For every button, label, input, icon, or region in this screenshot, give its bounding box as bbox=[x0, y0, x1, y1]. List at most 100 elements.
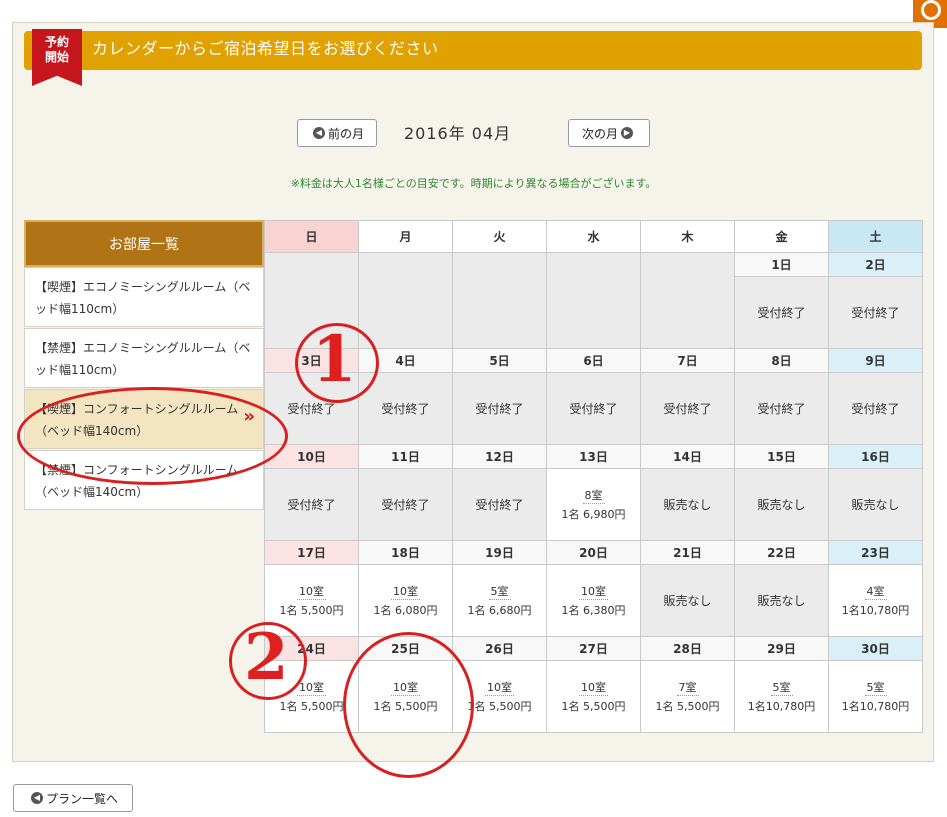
day-status: 受付終了 bbox=[358, 372, 453, 445]
day-number: 20日 bbox=[546, 540, 641, 565]
price: 1名 6,980円 bbox=[561, 508, 626, 521]
empty-day-cell bbox=[358, 252, 453, 349]
price: 1名 5,500円 bbox=[279, 700, 344, 713]
day-availability[interactable]: 10室 1名 5,500円 bbox=[452, 660, 547, 733]
rooms-left: 10室 bbox=[297, 585, 326, 600]
day-availability[interactable]: 7室 1名 5,500円 bbox=[640, 660, 735, 733]
rooms-left: 8室 bbox=[582, 489, 605, 504]
day-availability[interactable]: 10室 1名 5,500円 bbox=[264, 660, 359, 733]
empty-day-cell bbox=[452, 252, 547, 349]
rooms-left: 10室 bbox=[579, 585, 608, 600]
weekday-header: 月 bbox=[358, 220, 453, 253]
day-number: 5日 bbox=[452, 348, 547, 373]
day-number: 24日 bbox=[264, 636, 359, 661]
prev-month-button[interactable]: ◀ 前の月 bbox=[297, 119, 377, 147]
empty-day-cell bbox=[640, 252, 735, 349]
day-number: 28日 bbox=[640, 636, 735, 661]
day-status: 受付終了 bbox=[452, 468, 547, 541]
day-status: 受付終了 bbox=[452, 372, 547, 445]
day-number: 25日 bbox=[358, 636, 453, 661]
day-number: 18日 bbox=[358, 540, 453, 565]
rooms-left: 10室 bbox=[579, 681, 608, 696]
day-status: 販売なし bbox=[640, 468, 735, 541]
day-status: 受付終了 bbox=[828, 276, 923, 349]
day-availability[interactable]: 8室 1名 6,980円 bbox=[546, 468, 641, 541]
day-number: 17日 bbox=[264, 540, 359, 565]
price-note: ※料金は大人1名様ごとの目安です。時期により異なる場合がございます。 bbox=[290, 177, 657, 190]
chevron-left-icon: ◀ bbox=[30, 792, 43, 804]
plan-list-button[interactable]: ◀ プラン一覧へ bbox=[13, 784, 133, 812]
price: 1名 6,680円 bbox=[467, 604, 532, 617]
price: 1名10,780円 bbox=[841, 700, 910, 713]
day-number: 19日 bbox=[452, 540, 547, 565]
rooms-left: 5室 bbox=[770, 681, 793, 696]
next-month-button[interactable]: 次の月 ▶ bbox=[568, 119, 650, 147]
room-item[interactable]: 【喫煙】コンフォートシングルルーム（ベッド幅140cm）» bbox=[24, 389, 264, 449]
day-number: 27日 bbox=[546, 636, 641, 661]
day-status: 受付終了 bbox=[264, 372, 359, 445]
price: 1名 6,380円 bbox=[561, 604, 626, 617]
empty-day-cell bbox=[546, 252, 641, 349]
rooms-left: 10室 bbox=[485, 681, 514, 696]
day-availability[interactable]: 5室 1名10,780円 bbox=[828, 660, 923, 733]
day-availability[interactable]: 10室 1名 5,500円 bbox=[546, 660, 641, 733]
rooms-left: 10室 bbox=[391, 585, 420, 600]
day-number: 26日 bbox=[452, 636, 547, 661]
weekday-header: 水 bbox=[546, 220, 641, 253]
search-icon bbox=[921, 0, 941, 20]
price: 1名 5,500円 bbox=[373, 700, 438, 713]
day-availability[interactable]: 10室 1名 6,380円 bbox=[546, 564, 641, 637]
day-number: 23日 bbox=[828, 540, 923, 565]
day-number: 3日 bbox=[264, 348, 359, 373]
room-item[interactable]: 【禁煙】エコノミーシングルルーム（ベッド幅110cm） bbox=[24, 328, 264, 388]
next-month-label: 次の月 bbox=[581, 126, 618, 141]
day-availability[interactable]: 5室 1名10,780円 bbox=[734, 660, 829, 733]
room-item[interactable]: 【禁煙】コンフォートシングルルーム（ベッド幅140cm） bbox=[24, 450, 264, 510]
day-availability[interactable]: 5室 1名 6,680円 bbox=[452, 564, 547, 637]
weekday-header: 火 bbox=[452, 220, 547, 253]
room-item[interactable]: 【喫煙】エコノミーシングルルーム（ベッド幅110cm） bbox=[24, 267, 264, 327]
day-availability[interactable]: 4室 1名10,780円 bbox=[828, 564, 923, 637]
price: 1名 6,080円 bbox=[373, 604, 438, 617]
day-status: 受付終了 bbox=[358, 468, 453, 541]
day-status: 受付終了 bbox=[546, 372, 641, 445]
day-number: 4日 bbox=[358, 348, 453, 373]
day-number: 9日 bbox=[828, 348, 923, 373]
day-number: 21日 bbox=[640, 540, 735, 565]
day-number: 6日 bbox=[546, 348, 641, 373]
day-number: 12日 bbox=[452, 444, 547, 469]
day-status: 販売なし bbox=[828, 468, 923, 541]
day-number: 13日 bbox=[546, 444, 641, 469]
rooms-left: 7室 bbox=[676, 681, 699, 696]
current-month: 2016年 04月 bbox=[404, 124, 512, 143]
room-item-label: 【禁煙】コンフォートシングルルーム（ベッド幅140cm） bbox=[35, 463, 239, 499]
empty-day-cell bbox=[264, 252, 359, 349]
room-item-label: 【喫煙】エコノミーシングルルーム（ベッド幅110cm） bbox=[35, 280, 251, 316]
weekday-header: 金 bbox=[734, 220, 829, 253]
day-availability[interactable]: 10室 1名 6,080円 bbox=[358, 564, 453, 637]
day-status: 受付終了 bbox=[734, 276, 829, 349]
plan-list-label: プラン一覧へ bbox=[45, 791, 118, 806]
day-availability[interactable]: 10室 1名 5,500円 bbox=[264, 564, 359, 637]
price: 1名 5,500円 bbox=[655, 700, 720, 713]
weekday-header: 土 bbox=[828, 220, 923, 253]
price: 1名10,780円 bbox=[747, 700, 816, 713]
price: 1名10,780円 bbox=[841, 604, 910, 617]
day-number: 30日 bbox=[828, 636, 923, 661]
day-number: 10日 bbox=[264, 444, 359, 469]
day-status: 販売なし bbox=[640, 564, 735, 637]
day-status: 受付終了 bbox=[828, 372, 923, 445]
rooms-left: 5室 bbox=[488, 585, 511, 600]
rooms-left: 4室 bbox=[864, 585, 887, 600]
calendar-grid: 日月火水木金土 1日 2日 受付終了 受付終了 3日 4日 5日 6日 7日 8日 9日 受付終了 受付終… bbox=[264, 220, 923, 733]
room-item-label: 【禁煙】エコノミーシングルルーム（ベッド幅110cm） bbox=[35, 341, 251, 377]
day-availability[interactable]: 10室 1名 5,500円 bbox=[358, 660, 453, 733]
day-number: 15日 bbox=[734, 444, 829, 469]
price: 1名 5,500円 bbox=[467, 700, 532, 713]
room-list-heading: お部屋一覧 bbox=[24, 220, 264, 267]
price: 1名 5,500円 bbox=[561, 700, 626, 713]
rooms-left: 5室 bbox=[864, 681, 887, 696]
day-status: 販売なし bbox=[734, 564, 829, 637]
rooms-left: 10室 bbox=[391, 681, 420, 696]
day-number: 8日 bbox=[734, 348, 829, 373]
